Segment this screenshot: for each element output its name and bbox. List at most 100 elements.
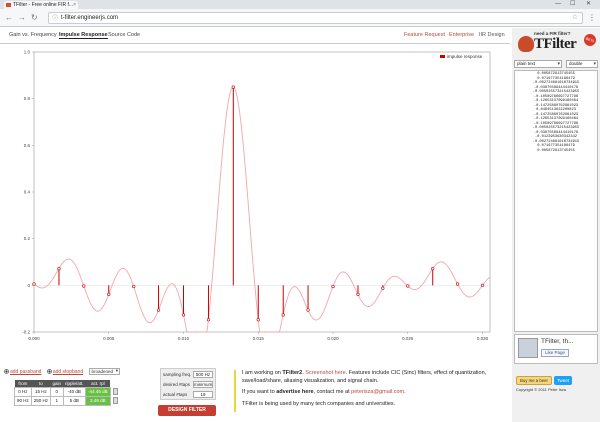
msg-tfilter2: I am working on TFilter2. Screenshot her… (242, 370, 487, 384)
stem-marker (132, 284, 136, 289)
table-header: ripple/att. (63, 380, 86, 387)
maximize-icon[interactable]: ☐ (570, 0, 575, 8)
browser-titlebar: TFilter - Free online FIR f... × — ☐ ✕ (0, 0, 600, 9)
nav-gain-vs-frequency[interactable]: Gain vs. Frequency (9, 32, 57, 38)
table-cell[interactable]: 15 Hz (30, 386, 52, 397)
tfilter-logo: need a FIR filter? TFilter BETA (516, 30, 598, 56)
chart-svg: -0.2 0 0.2 0.4 0.6 0.8 1.0 0.000 0.005 0.010 0.015… (8, 46, 510, 358)
param-label: sampling freq. (163, 372, 192, 377)
fb-page-title[interactable]: TFilter, th... (541, 338, 574, 345)
precision-select[interactable]: double (566, 60, 598, 68)
table-cell[interactable]: 250 Hz (30, 395, 52, 406)
table-cell: -44.45 dB (85, 386, 111, 397)
row-action-cell (110, 387, 121, 396)
param-label: desired #taps (163, 382, 191, 387)
y-tick-label: 0.6 (24, 143, 31, 148)
stem-marker (381, 286, 385, 290)
stem-marker (156, 308, 161, 312)
tab-title: TFilter - Free online FIR f... (13, 2, 74, 8)
browser-tab[interactable]: TFilter - Free online FIR f... × (4, 1, 78, 9)
plot-area (33, 51, 491, 333)
email-link[interactable]: peterisza@gmail.com (351, 389, 404, 395)
nav-source-code[interactable]: Source Code (108, 32, 140, 38)
row-action-cell (110, 396, 121, 405)
back-icon[interactable]: ← (5, 13, 13, 23)
address-bar[interactable]: ⓘ t-filter.engineerjs.com ☆ (48, 12, 583, 24)
y-tick-label: -0.2 (22, 330, 30, 335)
beta-badge: BETA (582, 32, 598, 48)
browser-toolbar: ← → ↻ ⓘ t-filter.engineerjs.com ☆ ⋮ (0, 9, 600, 27)
facebook-widget: TFilter, th... Like Page (514, 334, 598, 364)
table-header: gain (50, 380, 64, 387)
copyright-text: Copyright © 2011 Peter Isza (516, 387, 567, 392)
msg-usage: TFilter is being used by many tech compa… (242, 400, 396, 407)
bookmark-star-icon[interactable]: ☆ (572, 13, 578, 23)
close-window-icon[interactable]: ✕ (586, 0, 591, 8)
filter-spec-panel: add passband add stopband broadened from… (0, 366, 510, 422)
table-cell[interactable]: 0 Hz (14, 386, 32, 397)
table-cell[interactable]: 5 dB (62, 395, 87, 406)
filter-params: sampling freq. 500 Hz desired #taps minimum… (160, 368, 216, 400)
nav-feature-request[interactable]: Feature Request (404, 32, 445, 38)
add-passband-link[interactable]: add passband (10, 369, 41, 375)
table-cell[interactable]: 0 (50, 386, 64, 397)
close-tab-icon[interactable]: × (73, 1, 76, 9)
param-row: desired #taps minimum (161, 380, 215, 389)
fb-like-button[interactable]: Like Page (541, 349, 570, 357)
page-info-icon[interactable]: ⓘ (52, 14, 58, 24)
passband-radio[interactable] (4, 369, 9, 375)
sidebar: need a FIR filter? TFilter BETA plain te… (512, 28, 600, 422)
nav-impulse-response[interactable]: Impulse Response (59, 32, 108, 39)
stem-marker (431, 267, 435, 271)
tweet-button[interactable]: Tweet (554, 376, 572, 385)
coefficients-output[interactable]: 0.005872913745455 0.071677354186479 -0.002… (514, 70, 598, 332)
nav-enterprise[interactable]: Enterprise (449, 32, 474, 38)
stem-marker (181, 313, 186, 317)
stem-marker (455, 282, 460, 286)
table-cell[interactable]: 1 (50, 395, 64, 406)
stem-marker (206, 318, 211, 322)
format-select[interactable]: plain text (514, 60, 562, 68)
browser-menu-icon[interactable]: ⋮ (588, 13, 596, 23)
x-tick-label: 0.005 (103, 336, 115, 341)
param-label: actual #taps (163, 392, 188, 397)
design-filter-button[interactable]: DESIGN FILTER (158, 405, 216, 416)
param-input[interactable]: minimum (193, 381, 213, 388)
remove-row-button[interactable] (112, 396, 118, 404)
table-cell[interactable]: -40 dB (62, 386, 87, 397)
table-header: act. rpl (85, 380, 111, 387)
x-tick-label: 0.000 (28, 336, 40, 341)
y-tick-label: 0.8 (24, 96, 31, 101)
y-tick-label: 1.0 (24, 50, 31, 55)
param-input[interactable]: 19 (193, 391, 213, 398)
param-input[interactable]: 500 Hz (193, 371, 213, 378)
logo-pot-icon (518, 36, 534, 52)
stopband-radio[interactable] (46, 369, 52, 375)
minimize-icon[interactable]: — (555, 0, 561, 8)
param-row: sampling freq. 500 Hz (161, 370, 215, 379)
window-select[interactable]: broadened (88, 368, 121, 375)
forward-icon[interactable]: → (18, 13, 26, 23)
x-tick-label: 0.020 (327, 336, 339, 341)
bands-table: from to gain ripple/att. act. rpl 0 Hz 15 Hz 0… (14, 380, 121, 406)
x-tick-label: 0.025 (402, 336, 414, 341)
stem-marker (231, 85, 235, 89)
table-cell[interactable]: 90 Hz (14, 395, 32, 406)
table-row: 0 Hz 15 Hz 0 -40 dB -44.45 dB (14, 386, 121, 397)
announcement: I am working on TFilter2. Screenshot her… (234, 370, 504, 412)
buy-beer-button[interactable]: Buy me a beer (516, 376, 552, 385)
logo-wordmark: TFilter (534, 36, 577, 52)
stem-marker (480, 283, 485, 287)
stem-marker (406, 284, 410, 288)
screenshot-link[interactable]: Screenshot here (305, 370, 345, 376)
param-row: actual #taps 19 (161, 390, 215, 399)
y-tick-label: 0.2 (24, 236, 31, 241)
stem-marker (331, 284, 335, 289)
nav-iir-design[interactable]: IIR Design (479, 32, 505, 38)
url-text: t-filter.engineerjs.com (61, 15, 119, 21)
add-stopband-link[interactable]: add stopband (53, 369, 83, 375)
reload-icon[interactable]: ↻ (31, 13, 38, 23)
table-header: from (14, 380, 32, 387)
remove-row-button[interactable] (112, 387, 118, 395)
msg-advertise: If you want to advertise here, contact m… (242, 389, 406, 395)
